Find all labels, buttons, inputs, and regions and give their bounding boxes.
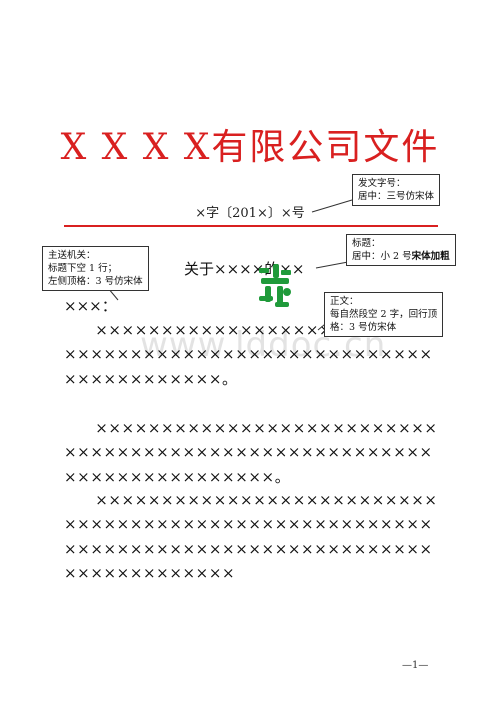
callout-title-line2: 居中：小 2 号宋体加粗 bbox=[352, 250, 450, 263]
callout-addressee-line3: 左侧顶格：3 号仿宋体 bbox=[48, 276, 143, 287]
callout-body: 正文： 每自然段空 2 字，回行顶 格：3 号仿宋体 bbox=[324, 292, 444, 337]
callout-title-line1: 标题： bbox=[352, 238, 381, 249]
callout-doc-number-line1: 发文字号： bbox=[358, 178, 406, 189]
callout-addressee-line2: 标题下空 1 行； bbox=[48, 263, 118, 274]
callout-addressee-line1: 主送机关： bbox=[48, 250, 96, 261]
callout-doc-number: 发文字号： 居中：三号仿宋体 bbox=[352, 174, 441, 206]
callout-doc-number-line2: 居中：三号仿宋体 bbox=[358, 191, 435, 202]
callout-body-line3: 格：3 号仿宋体 bbox=[330, 322, 397, 333]
callout-addressee: 主送机关： 标题下空 1 行； 左侧顶格：3 号仿宋体 bbox=[42, 246, 149, 291]
page-number: —1— bbox=[402, 660, 429, 671]
callout-body-line1: 正文： bbox=[330, 296, 359, 307]
callout-title-line2-prefix: 居中：小 2 号 bbox=[352, 251, 412, 262]
callout-pointers bbox=[107, 199, 353, 331]
callout-body-line2: 每自然段空 2 字，回行顶 bbox=[330, 309, 438, 320]
callout-title: 标题： 居中：小 2 号宋体加粗 bbox=[346, 234, 456, 266]
callout-title-line2-bold: 宋体加粗 bbox=[411, 251, 450, 262]
